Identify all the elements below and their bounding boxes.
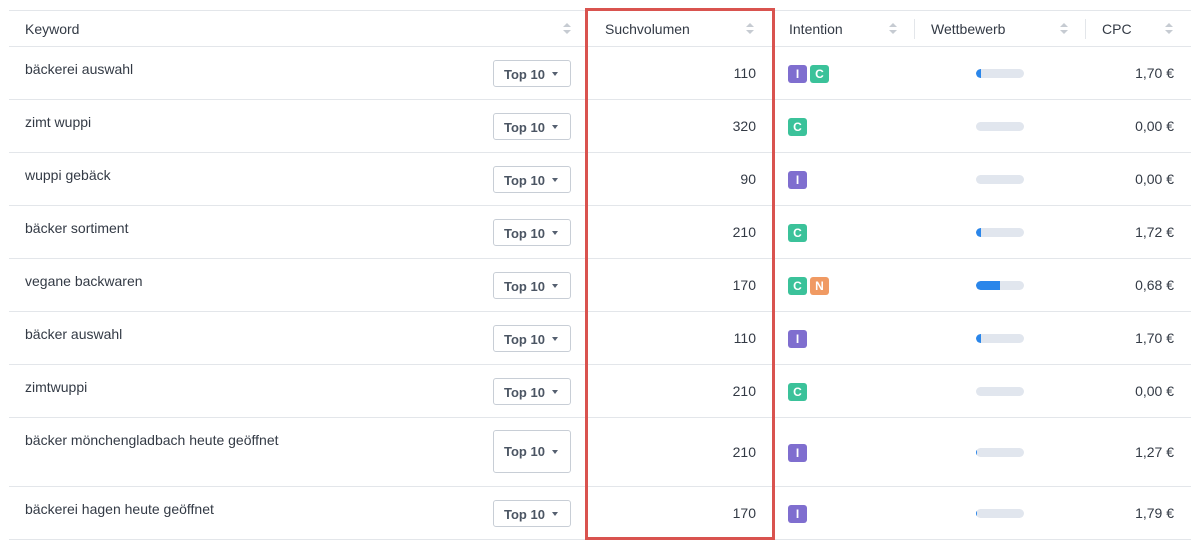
position-dropdown-label: Top 10: [504, 226, 545, 241]
column-divider[interactable]: [1085, 19, 1086, 39]
intent-badge[interactable]: C: [788, 224, 807, 242]
intent-badge[interactable]: I: [788, 65, 807, 83]
intent-badge[interactable]: I: [788, 505, 807, 523]
column-divider[interactable]: [914, 19, 915, 39]
intent-badge[interactable]: I: [788, 171, 807, 189]
position-dropdown-label: Top 10: [504, 507, 545, 522]
volume-column-highlight: [585, 8, 775, 540]
competition-bar: [976, 334, 1024, 343]
keyword-link[interactable]: vegane backwaren: [25, 272, 305, 291]
position-dropdown-label: Top 10: [504, 120, 545, 135]
keyword-link[interactable]: bäcker auswahl: [25, 325, 305, 344]
intent-badge[interactable]: N: [810, 277, 829, 295]
column-header-intent[interactable]: Intention: [789, 11, 843, 47]
competition-bar-fill: [976, 228, 981, 237]
intent-badges: I: [788, 444, 810, 462]
keyword-link[interactable]: zimtwuppi: [25, 378, 305, 397]
chevron-down-icon: [552, 390, 558, 394]
keyword-link[interactable]: zimt wuppi: [25, 113, 305, 132]
intent-badge[interactable]: C: [810, 65, 829, 83]
position-dropdown[interactable]: Top 10: [493, 219, 571, 246]
chevron-down-icon: [552, 178, 558, 182]
sort-intent-icon[interactable]: [889, 23, 897, 35]
cpc-value: 0,00 €: [1135, 171, 1174, 187]
competition-bar: [976, 228, 1024, 237]
keyword-link[interactable]: bäcker sortiment: [25, 219, 305, 238]
position-dropdown[interactable]: Top 10: [493, 272, 571, 299]
position-dropdown-label: Top 10: [504, 444, 545, 459]
chevron-down-icon: [552, 450, 558, 454]
sort-cpc-icon[interactable]: [1165, 23, 1173, 35]
intent-badges: C: [788, 118, 810, 136]
column-header-keyword[interactable]: Keyword: [25, 11, 79, 47]
chevron-down-icon: [552, 231, 558, 235]
cpc-value: 0,00 €: [1135, 118, 1174, 134]
intent-badges: C: [788, 383, 810, 401]
intent-badge[interactable]: I: [788, 444, 807, 462]
intent-badge[interactable]: C: [788, 383, 807, 401]
position-dropdown-label: Top 10: [504, 279, 545, 294]
competition-bar: [976, 69, 1024, 78]
position-dropdown[interactable]: Top 10: [493, 500, 571, 527]
chevron-down-icon: [552, 72, 558, 76]
intent-badges: CN: [788, 277, 832, 295]
competition-bar-fill: [976, 334, 981, 343]
position-dropdown[interactable]: Top 10: [493, 378, 571, 405]
competition-bar: [976, 122, 1024, 131]
sort-keyword-icon[interactable]: [563, 23, 571, 35]
intent-badges: I: [788, 330, 810, 348]
chevron-down-icon: [552, 337, 558, 341]
cpc-value: 1,70 €: [1135, 330, 1174, 346]
chevron-down-icon: [552, 512, 558, 516]
chevron-down-icon: [552, 125, 558, 129]
position-dropdown[interactable]: Top 10: [493, 325, 571, 352]
competition-bar-fill: [976, 281, 1000, 290]
cpc-value: 0,68 €: [1135, 277, 1174, 293]
position-dropdown-label: Top 10: [504, 173, 545, 188]
competition-bar: [976, 281, 1024, 290]
column-header-cpc[interactable]: CPC: [1102, 11, 1132, 47]
position-dropdown-label: Top 10: [504, 385, 545, 400]
competition-bar-fill: [976, 448, 977, 457]
cpc-value: 1,79 €: [1135, 505, 1174, 521]
chevron-down-icon: [552, 284, 558, 288]
cpc-value: 1,27 €: [1135, 444, 1174, 460]
intent-badges: C: [788, 224, 810, 242]
cpc-value: 1,70 €: [1135, 65, 1174, 81]
cpc-value: 0,00 €: [1135, 383, 1174, 399]
position-dropdown-label: Top 10: [504, 332, 545, 347]
intent-badges: I: [788, 171, 810, 189]
keyword-link[interactable]: bäcker mönchengladbach heute geöffnet: [25, 431, 305, 450]
keyword-link[interactable]: wuppi gebäck: [25, 166, 305, 185]
intent-badge[interactable]: I: [788, 330, 807, 348]
competition-bar: [976, 175, 1024, 184]
intent-badges: I: [788, 505, 810, 523]
intent-badge[interactable]: C: [788, 277, 807, 295]
competition-bar: [976, 387, 1024, 396]
position-dropdown[interactable]: Top 10: [493, 113, 571, 140]
competition-bar-fill: [976, 69, 981, 78]
intent-badges: IC: [788, 65, 832, 83]
competition-bar-fill: [976, 509, 977, 518]
position-dropdown-label: Top 10: [504, 67, 545, 82]
competition-bar: [976, 448, 1024, 457]
position-dropdown[interactable]: Top 10: [493, 430, 571, 473]
position-dropdown[interactable]: Top 10: [493, 60, 571, 87]
column-header-competition[interactable]: Wettbewerb: [931, 11, 1005, 47]
cpc-value: 1,72 €: [1135, 224, 1174, 240]
competition-bar: [976, 509, 1024, 518]
keyword-link[interactable]: bäckerei auswahl: [25, 60, 305, 79]
keyword-link[interactable]: bäckerei hagen heute geöffnet: [25, 500, 305, 519]
sort-competition-icon[interactable]: [1060, 23, 1068, 35]
position-dropdown[interactable]: Top 10: [493, 166, 571, 193]
intent-badge[interactable]: C: [788, 118, 807, 136]
